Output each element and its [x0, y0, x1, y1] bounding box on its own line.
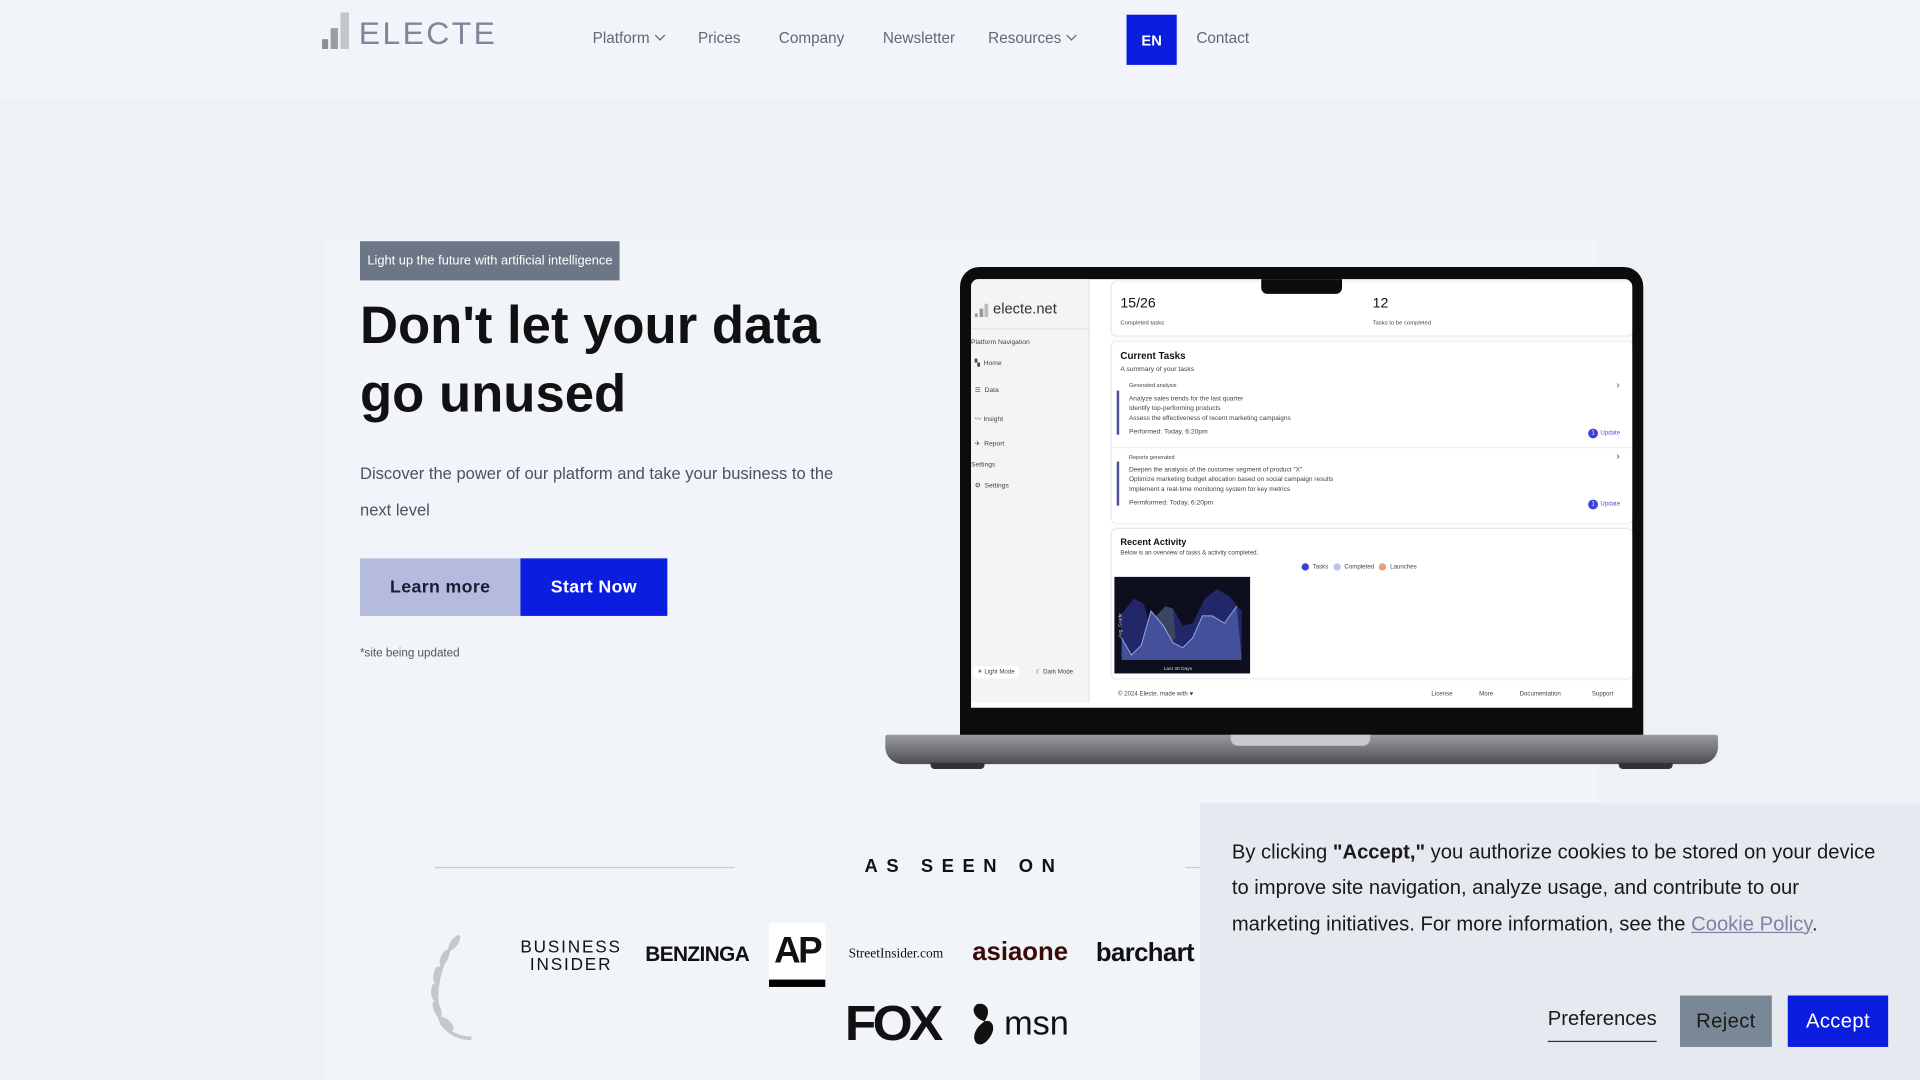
nav-company[interactable]: Company [779, 29, 845, 46]
mockup-footer-link: Documentation [1519, 690, 1561, 698]
group-heading: Reports generated [1128, 454, 1175, 461]
database-icon: ☰ [974, 386, 981, 395]
stat-label: Completed tasks [1120, 320, 1165, 327]
mockup-light-mode: ☀ Light Mode [973, 666, 1019, 679]
card-subtitle: Below is an overview of tasks & activity… [1120, 549, 1259, 558]
group-lines: Deepen the analysis of the customer segm… [1128, 466, 1334, 494]
performed-time: Performed: Today, 6:20pm [1128, 428, 1208, 436]
mockup-recent-activity: Recent Activity Below is an overview of … [1111, 528, 1633, 679]
asiaone-logo: asiaone [972, 937, 1069, 967]
laptop-hinge [1230, 734, 1371, 746]
mockup-stats-card: 15/26 Completed tasks 12 Tasks to be com… [1111, 281, 1633, 336]
gear-icon: ⚙ [974, 482, 981, 490]
nav-label: Platform [592, 29, 650, 47]
mockup-nav-insight: 〰 Insight [974, 416, 1004, 424]
group-lines: Analyze sales trends for the last quarte… [1128, 395, 1291, 423]
chart-y-label: Avg. Grade [1118, 613, 1124, 638]
benzinga-logo: BENZINGA [645, 942, 750, 967]
update-badge: 1 Update [1588, 499, 1620, 510]
nav-platform[interactable]: Platform [592, 29, 665, 47]
butterfly-icon [973, 1003, 994, 1045]
performed-time: Permformed: Today, 6:20pm [1128, 499, 1214, 507]
accept-button[interactable]: Accept [1787, 995, 1889, 1047]
cookie-text: By clicking "Accept," you authorize cook… [1231, 841, 1876, 936]
dashboard-mockup: electe.net Platform Navigation ▚ Home ☰ … [971, 279, 1633, 708]
preferences-button[interactable]: Preferences [1547, 1008, 1657, 1043]
update-badge: 1 Update [1588, 428, 1620, 439]
mockup-nav-home: ▚ Home [974, 360, 1002, 368]
nav-label: Resources [988, 29, 1062, 47]
activity-area-chart: Last 30 Days Avg. Grade [1114, 576, 1251, 674]
nav-prices[interactable]: Prices [698, 29, 741, 46]
mockup-footer-link: License [1431, 690, 1453, 698]
card-title: Recent Activity [1120, 536, 1187, 548]
hero-subtitle: Discover the power of our platform and t… [360, 464, 834, 519]
learn-more-button[interactable]: Learn more [360, 558, 521, 616]
mockup-current-tasks: Current Tasks A summary of your tasks Ge… [1111, 341, 1633, 523]
camera-notch [1261, 279, 1343, 294]
divider [971, 328, 1090, 330]
accent-bar [1116, 390, 1119, 435]
nav-contact[interactable]: Contact [1196, 29, 1249, 46]
mockup-dark-mode: ☾ Dark Mode [1035, 668, 1074, 676]
stat-label: Tasks to be completed [1372, 320, 1432, 327]
chevron-down-icon [1065, 30, 1077, 41]
card-title: Current Tasks [1120, 350, 1186, 362]
update-note: *site being updated [360, 646, 460, 661]
bar-chart-icon [322, 12, 349, 49]
bar-chart-icon [974, 303, 989, 318]
ap-logo: AP [768, 923, 826, 987]
laptop-foot [930, 762, 985, 769]
press-heading: AS SEEN ON [864, 855, 1064, 877]
mockup-nav-report: ✈ Report [974, 440, 1005, 449]
barchart-logo: barchart [1095, 939, 1195, 968]
brand-logo[interactable]: ELECTE [322, 12, 497, 49]
reject-button[interactable]: Reject [1680, 995, 1772, 1047]
mockup-footer-link: Support [1591, 690, 1614, 698]
laurel-icon [431, 934, 472, 1041]
hero-title: Don't let your data go unused [360, 296, 821, 424]
chevron-down-icon [654, 30, 665, 41]
fox-logo: FOX [844, 995, 943, 1051]
language-button[interactable]: EN [1126, 14, 1177, 65]
group-heading: Generated analysis [1128, 382, 1177, 389]
divider [434, 866, 735, 869]
chart-legend: Tasks Completed Launches [1301, 563, 1417, 571]
mockup-nav-data: ☰ Data [974, 386, 999, 395]
msn-logo: msn [970, 1002, 1069, 1046]
mockup-footer-link: More [1479, 690, 1494, 698]
card-subtitle: A summary of your tasks [1120, 366, 1195, 374]
mockup-copyright: © 2024 Electe, made with ♥ [1117, 690, 1194, 698]
chevron-right-icon: › [1616, 379, 1620, 391]
chart-x-label: Last 30 Days [1164, 666, 1193, 672]
mockup-site-name: electe.net [993, 300, 1057, 318]
business-insider-logo: BUSINESS INSIDER [520, 936, 622, 974]
mockup-settings-heading: Settings [971, 461, 996, 469]
brand-name: ELECTE [358, 14, 498, 52]
header [0, 0, 1920, 101]
hero-badge: Light up the future with artificial inte… [360, 241, 620, 281]
start-now-button[interactable]: Start Now [520, 558, 668, 616]
mockup-nav-heading: Platform Navigation [971, 339, 1030, 347]
rocket-icon: ✈ [974, 440, 981, 449]
cookie-policy-link[interactable]: Cookie Policy [1691, 913, 1812, 935]
mockup-nav-settings: ⚙ Settings [974, 482, 1009, 490]
laptop-foot [1618, 762, 1673, 769]
stat-value: 15/26 [1120, 296, 1156, 312]
divider [1111, 446, 1633, 449]
chevron-right-icon: › [1616, 450, 1620, 462]
accent-bar [1116, 461, 1119, 506]
streetinsider-logo: StreetInsider.com [848, 946, 944, 962]
stat-value: 12 [1372, 296, 1389, 312]
mockup-sidebar: electe.net Platform Navigation ▚ Home ☰ … [971, 279, 1090, 703]
trend-icon: 〰 [974, 416, 982, 424]
nav-resources[interactable]: Resources [988, 29, 1077, 47]
nav-newsletter[interactable]: Newsletter [883, 29, 955, 46]
dashboard-icon: ▚ [974, 360, 980, 368]
